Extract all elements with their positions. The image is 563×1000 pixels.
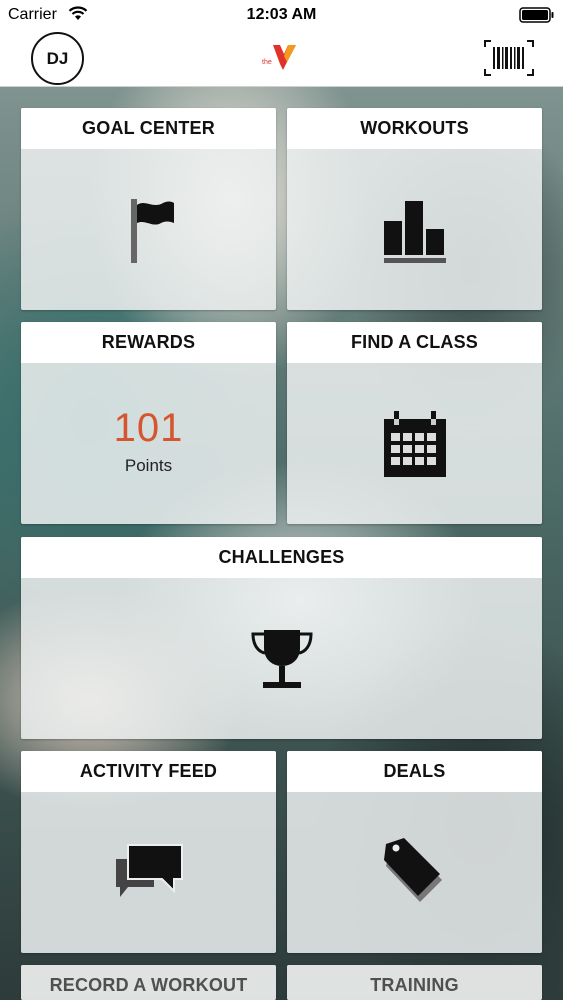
price-tag-icon (383, 837, 442, 902)
top-nav-bar: DJ the (0, 30, 563, 87)
status-bar: Carrier 12:03 AM (0, 0, 563, 30)
challenges-tile[interactable]: CHALLENGES (21, 537, 542, 739)
activity-feed-tile[interactable]: ACTIVITY FEED (21, 751, 276, 953)
flag-icon (130, 198, 174, 263)
points-label: Points (124, 455, 173, 475)
deals-tile[interactable]: DEALS (287, 751, 542, 953)
deals-title: DEALS (287, 751, 542, 792)
profile-avatar-button[interactable]: DJ (31, 32, 84, 85)
bar-chart-icon (383, 200, 446, 263)
ymca-logo[interactable]: the (262, 42, 302, 72)
training-title: TRAINING (287, 965, 542, 1000)
goal-center-title: GOAL CENTER (21, 108, 276, 149)
rewards-title: REWARDS (21, 322, 276, 363)
workouts-tile[interactable]: WORKOUTS (287, 108, 542, 310)
workouts-title: WORKOUTS (287, 108, 542, 149)
logo-text: the (262, 59, 272, 66)
trophy-icon (250, 629, 313, 688)
goal-center-tile[interactable]: GOAL CENTER (21, 108, 276, 310)
points-value: 101 (113, 405, 184, 450)
record-a-workout-tile[interactable]: RECORD A WORKOUT (21, 965, 276, 1000)
barcode-icon[interactable] (483, 39, 535, 77)
record-a-workout-title: RECORD A WORKOUT (21, 965, 276, 1000)
status-time: 12:03 AM (246, 6, 317, 23)
calendar-icon (383, 410, 446, 477)
find-a-class-tile[interactable]: FIND A CLASS (287, 322, 542, 524)
activity-feed-title: ACTIVITY FEED (21, 751, 276, 792)
chat-bubbles-icon (115, 843, 183, 897)
find-a-class-title: FIND A CLASS (287, 322, 542, 363)
challenges-title: CHALLENGES (21, 537, 542, 578)
rewards-tile[interactable]: REWARDS 101 Points (21, 322, 276, 524)
battery-icon (519, 7, 554, 23)
training-tile[interactable]: TRAINING (287, 965, 542, 1000)
